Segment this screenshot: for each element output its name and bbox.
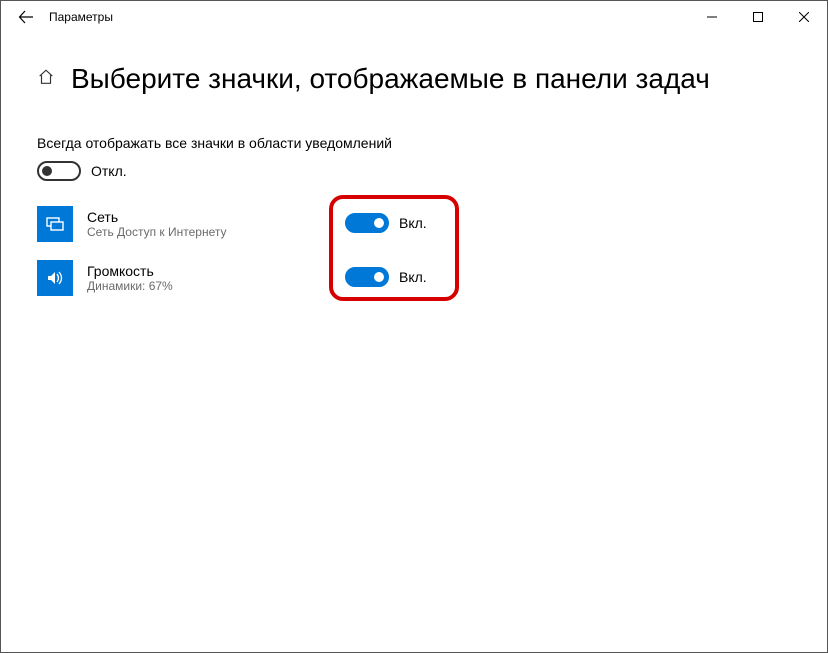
item-name: Громкость <box>87 263 173 279</box>
maximize-icon <box>753 12 763 22</box>
home-icon-svg <box>37 68 55 86</box>
always-show-state: Откл. <box>91 163 127 179</box>
icon-items-list: Сеть Сеть Доступ к Интернету Вкл. Громко… <box>37 201 791 301</box>
page-title: Выберите значки, отображаемые в панели з… <box>71 63 710 95</box>
item-desc: Динамики: 67% <box>87 279 173 293</box>
maximize-button[interactable] <box>735 1 781 33</box>
window-title: Параметры <box>45 10 113 24</box>
network-toggle[interactable] <box>345 213 389 233</box>
always-show-toggle[interactable] <box>37 161 81 181</box>
volume-toggle-state: Вкл. <box>399 269 427 285</box>
volume-toggle[interactable] <box>345 267 389 287</box>
close-icon <box>799 12 809 22</box>
settings-window: Параметры Выберите значки, отображаемые … <box>0 0 828 653</box>
always-show-label: Всегда отображать все значки в области у… <box>37 135 791 151</box>
arrow-left-icon <box>18 9 34 25</box>
content-area: Выберите значки, отображаемые в панели з… <box>1 33 827 652</box>
item-desc: Сеть Доступ к Интернету <box>87 225 227 239</box>
minimize-icon <box>707 12 717 22</box>
always-show-row: Откл. <box>37 161 791 181</box>
minimize-button[interactable] <box>689 1 735 33</box>
home-icon[interactable] <box>37 68 55 91</box>
network-icon <box>37 206 73 242</box>
page-header: Выберите значки, отображаемые в панели з… <box>37 63 791 95</box>
item-name: Сеть <box>87 209 227 225</box>
close-button[interactable] <box>781 1 827 33</box>
network-toggle-state: Вкл. <box>399 215 427 231</box>
volume-icon <box>37 260 73 296</box>
titlebar: Параметры <box>1 1 827 33</box>
back-button[interactable] <box>7 1 45 33</box>
window-controls <box>689 1 827 33</box>
